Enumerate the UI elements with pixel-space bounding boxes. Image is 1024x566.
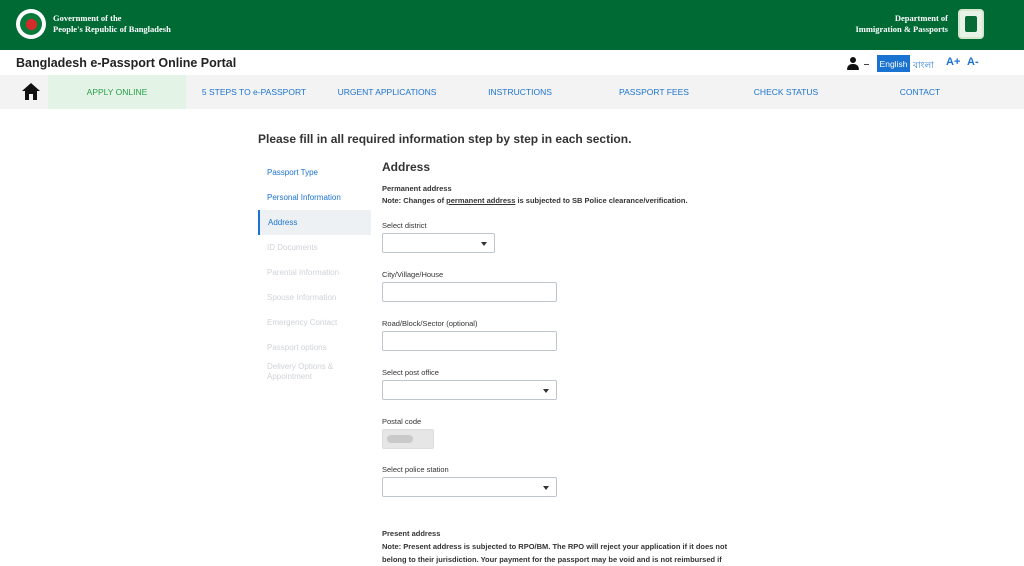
city-label: City/Village/House: [382, 270, 444, 279]
font-increase-button[interactable]: A+: [946, 56, 960, 68]
user-menu-button[interactable]: [846, 57, 869, 71]
font-decrease-button[interactable]: A-: [967, 56, 979, 68]
district-select[interactable]: [382, 233, 495, 253]
department-name-line1: Department of: [894, 13, 948, 23]
step-spouse-information: Spouse Information: [267, 293, 337, 302]
passport-department-logo: [958, 9, 984, 39]
redacted-value: [387, 435, 413, 443]
dropdown-dash-icon: [864, 63, 869, 65]
user-icon: [846, 57, 860, 71]
step-passport-type[interactable]: Passport Type: [258, 160, 371, 185]
nav-contact[interactable]: CONTACT: [860, 75, 980, 109]
government-name: Government of the People's Republic of B…: [53, 13, 171, 35]
government-name-line2: People's Republic of Bangladesh: [53, 24, 171, 34]
section-title: Address: [382, 160, 431, 174]
road-label: Road/Block/Sector (optional): [382, 319, 478, 328]
postal-code-label: Postal code: [382, 417, 422, 426]
step-delivery-options: Delivery Options & Appointment: [267, 362, 334, 381]
present-address-note: Note: Present address is subjected to RP…: [382, 542, 728, 564]
present-address-title: Present address: [382, 529, 441, 538]
home-icon[interactable]: [22, 83, 40, 101]
postal-code-field: [382, 429, 434, 449]
note-prefix: Note: Changes of: [382, 196, 447, 205]
permanent-address-note: Note: Changes of permanent address is su…: [382, 194, 742, 207]
permanent-address-title: Permanent address: [382, 184, 452, 193]
nav-5-steps[interactable]: 5 STEPS TO e-PASSPORT: [192, 75, 316, 109]
bangladesh-seal-logo: [16, 9, 46, 39]
post-office-select[interactable]: [382, 380, 557, 400]
city-input[interactable]: [382, 282, 557, 302]
police-station-select[interactable]: [382, 477, 557, 497]
portal-title-bar: Bangladesh e-Passport Online Portal Engl…: [0, 50, 1024, 75]
government-name-line1: Government of the: [53, 13, 122, 23]
step-parental-information: Parental Information: [267, 268, 340, 277]
language-english-button[interactable]: English: [877, 55, 910, 72]
step-sidebar: Passport Type Personal Information Addre…: [258, 160, 371, 390]
nav-check-status[interactable]: CHECK STATUS: [726, 75, 846, 109]
language-bangla-button[interactable]: বাংলা: [913, 58, 934, 73]
post-office-label: Select post office: [382, 368, 439, 377]
permanent-address-link[interactable]: permanent address: [446, 196, 515, 205]
nav-passport-fees[interactable]: PASSPORT FEES: [594, 75, 714, 109]
chevron-down-icon: [543, 486, 549, 490]
step-emergency-contact: Emergency Contact: [267, 318, 338, 327]
department-name-line2: Immigration & Passports: [855, 24, 948, 34]
step-id-documents: ID Documents: [267, 243, 318, 252]
main-nav: APPLY ONLINE 5 STEPS TO e-PASSPORT URGEN…: [0, 75, 1024, 109]
chevron-down-icon: [481, 242, 487, 246]
department-branding: Department of Immigration & Passports: [855, 9, 984, 39]
nav-instructions[interactable]: INSTRUCTIONS: [460, 75, 580, 109]
government-header: Government of the People's Republic of B…: [0, 0, 1024, 50]
form-instruction-heading: Please fill in all required information …: [258, 132, 632, 146]
step-address[interactable]: Address: [258, 210, 371, 235]
step-passport-options: Passport options: [267, 343, 327, 352]
note-suffix: is subjected to SB Police clearance/veri…: [515, 196, 688, 205]
government-branding: Government of the People's Republic of B…: [16, 9, 171, 39]
department-name: Department of Immigration & Passports: [855, 13, 948, 35]
nav-apply-online[interactable]: APPLY ONLINE: [48, 75, 186, 109]
road-input[interactable]: [382, 331, 557, 351]
step-personal-information[interactable]: Personal Information: [258, 185, 371, 210]
chevron-down-icon: [543, 389, 549, 393]
nav-urgent-applications[interactable]: URGENT APPLICATIONS: [325, 75, 449, 109]
district-label: Select district: [382, 221, 427, 230]
police-station-label: Select police station: [382, 465, 449, 474]
portal-title: Bangladesh e-Passport Online Portal: [16, 56, 237, 70]
